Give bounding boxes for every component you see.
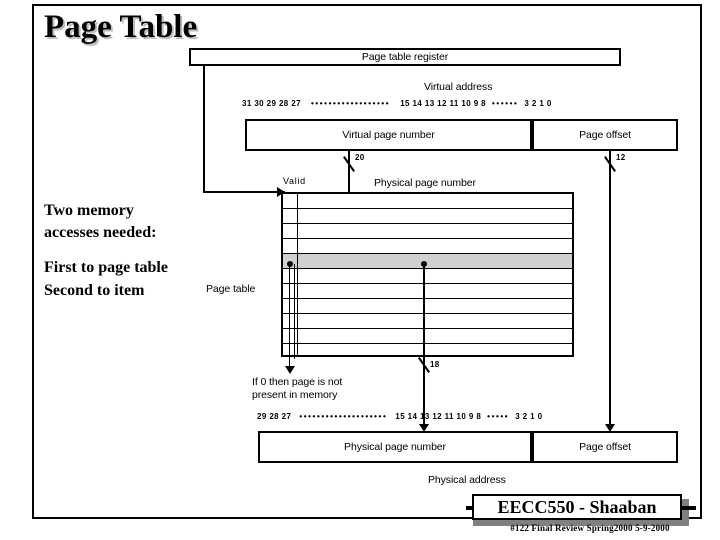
ruler-top-left: 31 30 29 28 27 (242, 99, 301, 108)
footer-subline: #122 Final Review Spring2000 5-9-2000 (510, 523, 670, 533)
valid-drop-arrow (285, 366, 295, 374)
table-row (283, 269, 572, 284)
page-title: Page Table (44, 9, 198, 45)
footer-course-box: EECC550 - Shaaban (472, 494, 682, 520)
table-row (283, 329, 572, 344)
ppn-bits-label: 18 (430, 360, 440, 369)
table-row (283, 344, 572, 359)
footer-course-label: EECC550 - Shaaban (497, 496, 657, 517)
register-drop-line (203, 66, 205, 193)
note-line-2: accesses needed: (44, 224, 157, 241)
page-table-grid (281, 192, 574, 357)
table-row (283, 194, 572, 209)
bit-ruler-top: 31 30 29 28 27 •••••••••••••••••• 15 14 … (242, 99, 552, 108)
table-row (283, 284, 572, 299)
slide-canvas: Page Table Page table register Virtual a… (0, 0, 720, 540)
page-table-caption: Page table (206, 283, 256, 295)
valid-drop-line-a (289, 264, 290, 369)
physical-address-label: Physical address (428, 474, 506, 486)
page-offset-bottom-label: Page offset (579, 441, 631, 453)
invalid-note-line-2: present in memory (252, 389, 338, 401)
vpn-bits-label: 20 (355, 153, 365, 162)
table-row (283, 299, 572, 314)
ruler-bottom-ellipsis-1: •••••••••••••••••••• (299, 412, 388, 421)
virtual-page-number-label: Virtual page number (342, 129, 435, 141)
invalid-note-line-1: If 0 then page is not (252, 376, 343, 388)
ruler-top-right: 3 2 1 0 (524, 99, 552, 108)
virtual-address-label: Virtual address (424, 81, 493, 93)
bit-ruler-bottom: 29 28 27 •••••••••••••••••••• 15 14 13 1… (257, 412, 542, 421)
page-offset-bottom-box: Page offset (532, 431, 678, 463)
physical-page-number-header: Physical page number (374, 177, 476, 189)
valid-bit-dot (287, 261, 293, 267)
table-row (283, 209, 572, 224)
physical-page-number-label: Physical page number (344, 441, 446, 453)
page-table-register-box: Page table register (189, 48, 621, 66)
table-row (283, 314, 572, 329)
register-to-table-line (203, 191, 285, 193)
physical-page-number-box: Physical page number (258, 431, 532, 463)
page-offset-top-box: Page offset (532, 119, 678, 151)
ppn-bus-line (423, 264, 425, 426)
note-line-1: Two memory (44, 202, 134, 219)
offset-bus-line (609, 151, 611, 426)
valid-column-label: Valid (283, 176, 306, 186)
ruler-top-mid: 15 14 13 12 11 10 9 8 (400, 99, 487, 108)
table-row (283, 224, 572, 239)
ruler-bottom-left: 29 28 27 (257, 412, 292, 421)
offset-bits-label: 12 (616, 153, 626, 162)
valid-drop-line-b (294, 264, 295, 359)
valid-column-divider (297, 194, 298, 355)
footer-bar-right (682, 506, 696, 510)
table-row-selected (283, 254, 572, 269)
ruler-bottom-mid: 15 14 13 12 11 10 9 8 (395, 412, 482, 421)
note-line-4: Second to item (44, 282, 145, 299)
table-row (283, 239, 572, 254)
ruler-top-ellipsis-2: •••••• (492, 99, 519, 108)
page-offset-top-label: Page offset (579, 129, 631, 141)
ruler-top-ellipsis-1: •••••••••••••••••• (310, 99, 391, 108)
note-line-3: First to page table (44, 259, 168, 276)
virtual-page-number-box: Virtual page number (245, 119, 532, 151)
ruler-bottom-ellipsis-2: ••••• (487, 412, 510, 421)
ruler-bottom-right: 3 2 1 0 (515, 412, 543, 421)
page-table-register-label: Page table register (361, 51, 449, 63)
